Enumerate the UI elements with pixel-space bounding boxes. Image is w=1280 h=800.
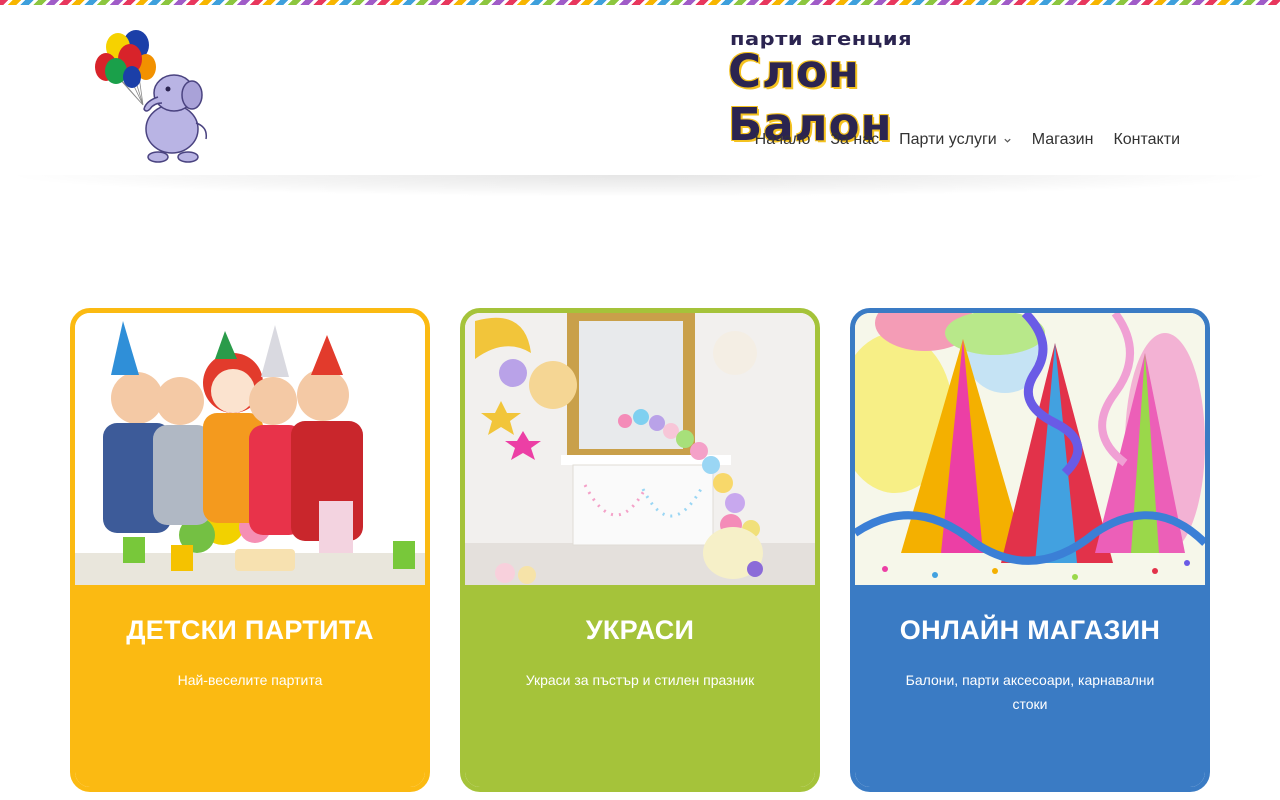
- card-subtitle: Балони, парти аксесоари, карнавални сток…: [905, 672, 1155, 712]
- card-online-shop[interactable]: ОНЛАЙН МАГАЗИН Балони, парти аксесоари, …: [850, 308, 1210, 792]
- card-title: ОНЛАЙН МАГАЗИН: [899, 615, 1161, 645]
- card-decorations[interactable]: УКРАСИ Украси за пъстър и стилен празник: [460, 308, 820, 792]
- nav-item-label: За нас: [830, 131, 880, 148]
- nav-item-label: Магазин: [1031, 131, 1094, 148]
- card-subtitle: Най-веселите партита: [177, 672, 323, 688]
- card-body: ОНЛАЙН МАГАЗИН Балони, парти аксесоари, …: [855, 585, 1205, 787]
- nav-item-about[interactable]: За нас: [830, 131, 879, 149]
- card-body: ДЕТСКИ ПАРТИТА Най-веселите партита: [75, 585, 425, 787]
- nav-item-home[interactable]: Начало: [755, 131, 811, 149]
- nav-item-label: Парти услуги: [899, 131, 997, 148]
- nav-item-shop[interactable]: Магазин: [1032, 131, 1094, 149]
- nav-item-label: Начало: [754, 131, 811, 148]
- main-navigation: Начало За нас Парти услуги Магазин Конта…: [755, 131, 1180, 149]
- nav-item-contacts[interactable]: Контакти: [1113, 131, 1180, 149]
- brand-logo-text[interactable]: парти агенция Слон Балон: [728, 29, 1028, 151]
- party-hats-photo: [855, 313, 1205, 585]
- kids-party-photo: [75, 313, 425, 585]
- header-shadow: [0, 175, 1280, 197]
- card-kids-parties[interactable]: ДЕТСКИ ПАРТИТА Най-веселите партита: [70, 308, 430, 792]
- decorations-photo: [465, 313, 815, 585]
- elephant-with-balloons-icon[interactable]: [88, 27, 216, 165]
- nav-item-party-services[interactable]: Парти услуги: [899, 131, 1012, 149]
- service-cards: ДЕТСКИ ПАРТИТА Най-веселите партита УКРА…: [70, 308, 1210, 792]
- card-title: УКРАСИ: [585, 615, 695, 645]
- chevron-down-icon: [1004, 138, 1011, 143]
- nav-item-label: Контакти: [1113, 131, 1180, 148]
- card-subtitle: Украси за пъстър и стилен празник: [525, 672, 755, 688]
- card-title: ДЕТСКИ ПАРТИТА: [126, 615, 374, 645]
- site-header: парти агенция Слон Балон Начало За нас П…: [0, 5, 1280, 185]
- card-body: УКРАСИ Украси за пъстър и стилен празник: [465, 585, 815, 787]
